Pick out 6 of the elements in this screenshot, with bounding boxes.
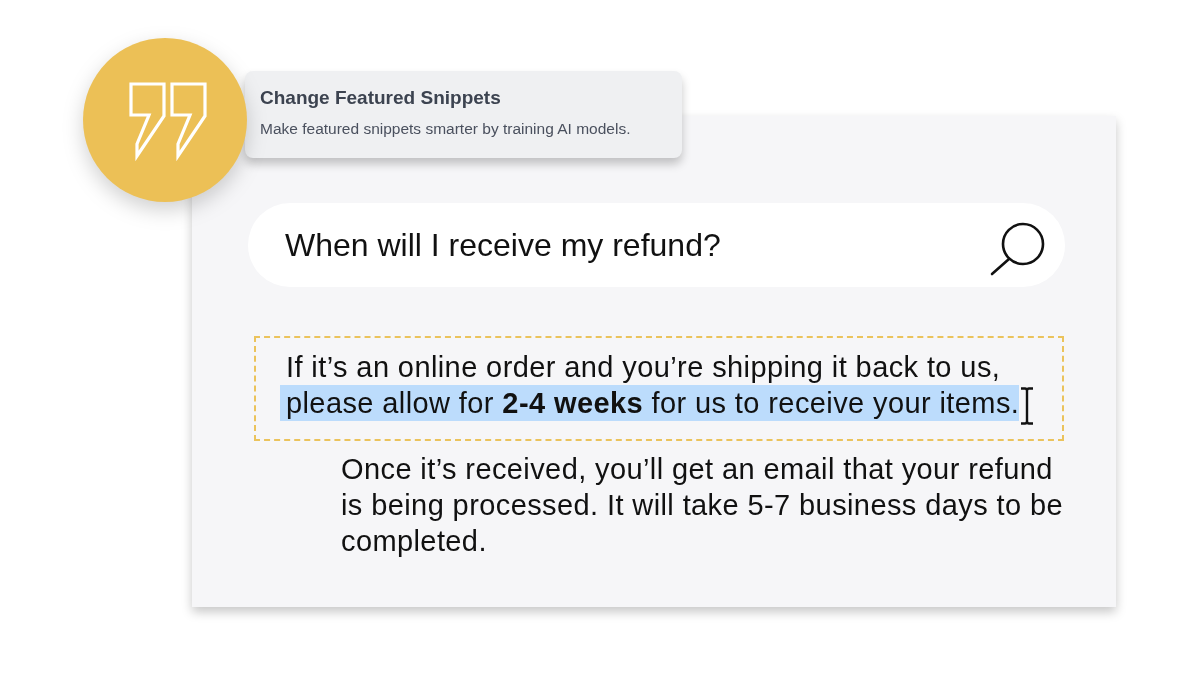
tooltip-title: Change Featured Snippets — [260, 86, 502, 110]
search-icon[interactable] — [990, 222, 1046, 276]
tooltip-description: Make featured snippets smarter by training AI models. — [260, 119, 632, 139]
answer-text: Once it’s received, you’ll get an email that your refund is being processed. It will take 5-7 business days to be completed. — [341, 452, 1064, 559]
search-field[interactable]: When will I receive my refund? — [248, 203, 1065, 287]
text-cursor-icon — [1019, 387, 1036, 425]
